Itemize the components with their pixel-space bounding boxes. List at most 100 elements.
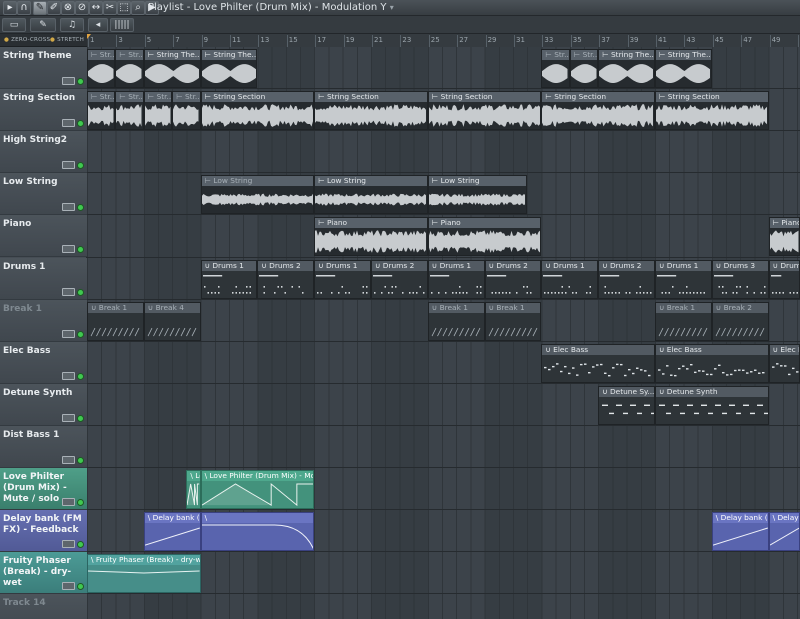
playlist-clip[interactable]: ⊢ String Section xyxy=(200,91,315,131)
playlist-clip[interactable]: ⊢ Str... xyxy=(115,49,144,89)
track-header[interactable]: String Theme xyxy=(0,47,87,89)
mixer-track-icon[interactable] xyxy=(62,161,75,170)
track-name[interactable]: Elec Bass xyxy=(3,346,85,357)
track-enable-led[interactable] xyxy=(77,78,84,85)
track-name[interactable]: Low String xyxy=(3,177,85,188)
track-header[interactable]: Low String xyxy=(0,173,87,216)
track-enable-led[interactable] xyxy=(77,204,84,212)
playlist-clip[interactable]: ∪ Detune Sy... xyxy=(598,385,655,425)
playlist-clip[interactable]: ⊢ Piano xyxy=(427,217,542,257)
track-header[interactable]: Delay bank (FM FX) - Feedback xyxy=(0,510,87,553)
track-enable-led[interactable] xyxy=(77,330,84,338)
track-name[interactable]: Break 1 xyxy=(3,304,85,315)
song-position-marker[interactable] xyxy=(87,34,91,39)
playlist-clip[interactable]: ∪ Drums 2 xyxy=(257,259,315,299)
playlist-clip[interactable]: ∪ Drums 2 xyxy=(598,259,655,299)
playlist-clip[interactable]: ∪ Break 1 xyxy=(484,301,542,341)
magnet-icon[interactable]: ∩ xyxy=(17,1,31,15)
playlist-clip[interactable]: ∪ Detune Synth xyxy=(655,385,769,425)
title-dropdown-arrow[interactable]: ▾ xyxy=(390,3,394,12)
playlist-clip[interactable]: ∪ Drums 2 xyxy=(371,259,428,299)
playlist-clip[interactable]: ∪ Elec Bass xyxy=(768,343,800,383)
playlist-clip[interactable]: ⊢ String The... xyxy=(655,49,712,89)
track-name[interactable]: Drums 1 xyxy=(3,262,85,273)
playlist-menu-button[interactable]: ▭ xyxy=(2,18,26,32)
playlist-clip[interactable]: ⊢ Str... xyxy=(569,49,599,89)
playlist-clip[interactable]: ∪ Elec Bass xyxy=(655,343,769,383)
track-header[interactable]: Fruity Phaser (Break) - dry-wet xyxy=(0,552,87,595)
mixer-track-icon[interactable] xyxy=(62,245,75,254)
playlist-clip[interactable]: \ Delay bank (FM FX) - Feedback envelope xyxy=(143,512,201,552)
timeline-ruler[interactable]: 1 3 5 7 9 11 13 15 17 19 21 23 25 27 29 31 33 35 37 39 41 43 4… xyxy=(87,34,800,47)
playlist-clip[interactable]: ⊢ Piano xyxy=(768,217,800,257)
track-name[interactable]: High String2 xyxy=(3,135,85,146)
playlist-clip[interactable]: ∪ Break 1 xyxy=(655,301,712,341)
mixer-track-icon[interactable] xyxy=(62,329,75,338)
playlist-clip[interactable]: ∪ Drums 1 xyxy=(314,259,371,299)
track-name[interactable]: String Section xyxy=(3,93,85,104)
playlist-clip[interactable]: \ Love Philter (Drum Mix) - Mod... xyxy=(200,470,315,510)
audio-picker-button[interactable]: ♫ xyxy=(60,18,84,32)
playlist-clip[interactable]: ∪ Drums 2 xyxy=(484,259,542,299)
track-enable-led[interactable] xyxy=(77,246,84,254)
track-enable-led[interactable] xyxy=(77,456,84,464)
stretch-toggle[interactable]: ● STRETCH xyxy=(50,35,84,46)
delete-tool-icon[interactable]: ⊗ xyxy=(61,1,75,15)
playlist-clip[interactable]: ⊢ Str... xyxy=(87,49,116,89)
slip-tool-icon[interactable]: ↔ xyxy=(89,1,103,15)
playlist-clip[interactable]: ∪ Drums 3 xyxy=(711,259,769,299)
overview-strip[interactable]: ||||| xyxy=(110,18,134,32)
playlist-clip[interactable]: ∪ Drums 1 xyxy=(541,259,599,299)
playlist-clip[interactable]: \ Lo xyxy=(186,470,201,510)
playlist-clip[interactable]: ⊢ String The... xyxy=(143,49,201,89)
menu-icon[interactable]: ▸ xyxy=(3,1,17,15)
zoom-tool-icon[interactable]: ⌕ xyxy=(131,1,145,15)
playlist-clip[interactable]: ∪ Drums 1 xyxy=(655,259,712,299)
track-header[interactable]: Piano xyxy=(0,215,87,258)
playlist-clip[interactable]: ⊢ String The... xyxy=(598,49,655,89)
playlist-clip[interactable]: \ xyxy=(200,512,315,552)
track-header[interactable]: String Section xyxy=(0,89,87,132)
playlist-clip[interactable]: ⊢ Low String xyxy=(200,175,315,215)
track-header[interactable]: Break 1 xyxy=(0,299,87,342)
playlist-clip[interactable]: ∪ Break 4 xyxy=(143,301,201,341)
playlist-clip[interactable]: ⊢ String Section xyxy=(427,91,542,131)
playlist-clip[interactable]: ⊢ String Section xyxy=(541,91,655,131)
track-enable-led[interactable] xyxy=(77,372,84,380)
mixer-track-icon[interactable] xyxy=(62,540,75,549)
track-header[interactable]: Love Philter (Drum Mix) - Mute / solo xyxy=(0,468,87,510)
playlist-clip[interactable]: \ Delay bank (FM FX) - Feedback envelope xyxy=(711,512,769,552)
playlist-grid[interactable]: ⊢ Str...⊢ Str...⊢ String The...⊢ String … xyxy=(87,47,800,619)
mixer-track-icon[interactable] xyxy=(62,413,75,422)
track-name[interactable]: String Theme xyxy=(3,51,85,62)
playlist-clip[interactable]: ⊢ Low String xyxy=(427,175,528,215)
mixer-track-icon[interactable] xyxy=(62,371,75,380)
playlist-clip[interactable]: ⊢ String Section xyxy=(655,91,769,131)
playlist-clip[interactable]: ∪ Break 1 xyxy=(87,301,144,341)
playlist-clip[interactable]: ⊢ Low String xyxy=(314,175,428,215)
mixer-track-icon[interactable] xyxy=(62,119,75,128)
playlist-clip[interactable]: ∪ Break 2 xyxy=(711,301,769,341)
track-enable-led[interactable] xyxy=(77,120,84,128)
track-header[interactable]: Track 14 xyxy=(0,594,87,619)
track-enable-led[interactable] xyxy=(77,541,84,549)
track-name[interactable]: Track 14 xyxy=(3,598,85,609)
mixer-track-icon[interactable] xyxy=(62,77,75,85)
mixer-track-icon[interactable] xyxy=(62,498,75,506)
playlist-clip[interactable]: ⊢ Str... xyxy=(143,91,173,131)
playlist-clip[interactable]: ⊢ Str... xyxy=(115,91,144,131)
pattern-picker-button[interactable]: ✎ xyxy=(30,18,56,32)
track-enable-led[interactable] xyxy=(77,288,84,296)
paint-tool-icon[interactable]: ✐ xyxy=(47,1,61,15)
track-header[interactable]: Dist Bass 1 xyxy=(0,425,87,468)
playlist-clip[interactable]: ∪ Drums xyxy=(768,259,800,299)
track-name[interactable]: Piano xyxy=(3,219,85,230)
playlist-clip[interactable]: ⊢ String The... xyxy=(200,49,258,89)
track-header[interactable]: High String2 xyxy=(0,131,87,174)
track-name[interactable]: Detune Synth xyxy=(3,388,85,399)
playlist-clip[interactable]: ∪ Break 1 xyxy=(427,301,485,341)
track-enable-led[interactable] xyxy=(77,414,84,422)
playlist-clip[interactable]: \ Fruity Phaser (Break) - dry-wet xyxy=(87,554,201,594)
playlist-clip[interactable]: ∪ Drums 1 xyxy=(200,259,258,299)
mixer-track-icon[interactable] xyxy=(62,582,75,591)
